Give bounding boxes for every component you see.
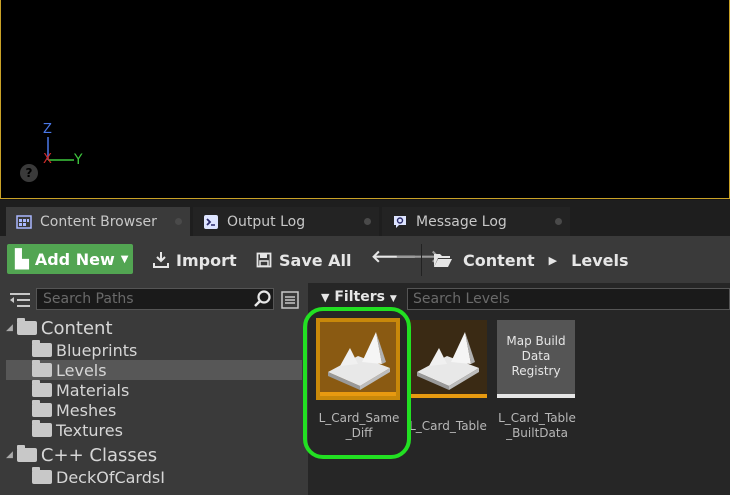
expanded-arrow-icon[interactable]: ◢ [6, 450, 13, 460]
close-icon[interactable] [364, 218, 371, 225]
asset-name: L_Card_Table _BuiltData [493, 411, 581, 441]
asset-name-line2: _BuiltData [506, 426, 568, 440]
message-log-icon [394, 215, 406, 228]
folder-icon [32, 360, 52, 377]
tree-item-deckofcards[interactable]: DeckOfCardsI [0, 467, 302, 487]
chevron-down-icon: ▼ [120, 253, 129, 265]
folder-icon [32, 400, 52, 417]
asset-name: L_Card_Table [409, 419, 487, 433]
tab-message-log[interactable]: Message Log [382, 207, 570, 236]
filters-button[interactable]: ▼ Filters ▼ [321, 289, 397, 305]
level-viewport[interactable]: Z X Y ? [0, 0, 730, 199]
close-icon[interactable] [555, 218, 562, 225]
filter-icon: ▼ [321, 291, 330, 304]
cpp-folder-icon [16, 445, 37, 462]
folder-open-icon [434, 254, 452, 267]
search-icon[interactable] [254, 290, 272, 308]
tree-item-content[interactable]: ◢ Content [0, 317, 302, 339]
asset-name-line1: L_Card_Table [498, 411, 576, 425]
tree-item-textures[interactable]: Textures [0, 420, 302, 440]
save-all-button[interactable]: Save All [256, 246, 352, 274]
tree-item-blueprints[interactable]: Blueprints [0, 340, 302, 360]
breadcrumb-content[interactable]: Content [463, 251, 535, 270]
import-label: Import [176, 250, 237, 270]
axis-y-label: Y [74, 152, 83, 168]
tab-output-log[interactable]: Output Log [193, 207, 379, 236]
asset-tile-l-card-table-builtdata[interactable]: Map Build Data Registry [497, 320, 575, 398]
breadcrumb-levels[interactable]: Levels [571, 251, 628, 270]
selection-highlight [303, 307, 411, 459]
tree-item-meshes[interactable]: Meshes [0, 400, 302, 420]
view-options-icon[interactable] [281, 291, 299, 309]
thumbnail-text: Map Build Data Registry [506, 334, 566, 378]
folder-icon [32, 340, 52, 357]
tab-label: Content Browser [40, 213, 157, 230]
search-levels-input[interactable]: Search Levels [407, 288, 730, 310]
help-icon[interactable]: ? [20, 164, 38, 182]
axis-z-label: Z [43, 122, 52, 137]
tree-item-label: C++ Classes [40, 444, 158, 466]
output-log-icon [204, 214, 218, 229]
chevron-right-icon[interactable]: ▶ [549, 254, 557, 267]
tree-item-label: DeckOfCardsI [56, 467, 165, 487]
tab-bar: Content Browser Output Log Message Log [0, 200, 730, 236]
add-new-button[interactable]: ▙ Add New ▼ [7, 244, 133, 274]
asset-tile-l-card-table[interactable] [409, 320, 487, 398]
tree-item-label: Blueprints [56, 340, 138, 360]
search-paths-input[interactable]: Search Paths [36, 288, 274, 310]
import-button[interactable]: Import [152, 246, 237, 274]
tree-item-cpp-classes[interactable]: ◢ C++ Classes [0, 444, 302, 466]
save-icon [256, 252, 272, 268]
content-browser-icon [16, 214, 32, 229]
tree-item-label: Materials [56, 380, 130, 400]
tree-item-levels[interactable]: Levels [6, 360, 302, 380]
plus-icon: ▙ [15, 248, 29, 270]
tab-content-browser[interactable]: Content Browser [6, 207, 190, 236]
tree-item-label: Meshes [56, 400, 117, 420]
chevron-down-icon: ▼ [389, 294, 397, 304]
folder-icon [32, 380, 52, 397]
sources-panel: Search Paths ◢ Content Blueprints Levels… [0, 283, 308, 495]
folder-icon [32, 420, 52, 437]
breadcrumb: Content ▶ Levels [433, 246, 628, 274]
tree-item-materials[interactable]: Materials [0, 380, 302, 400]
sources-toggle-icon[interactable] [9, 291, 31, 309]
content-browser-toolbar: ▙ Add New ▼ Import Save All 🡐 🡒 Content … [0, 236, 730, 283]
level-thumbnail-icon [409, 320, 487, 398]
import-icon [153, 252, 169, 268]
filters-label: Filters [334, 289, 385, 305]
cpp-folder-icon [32, 467, 52, 484]
tree-item-label: Levels [56, 360, 107, 380]
asset-type-strip [497, 394, 575, 398]
save-all-label: Save All [279, 250, 352, 270]
tab-label: Output Log [227, 213, 306, 230]
close-icon[interactable] [175, 218, 182, 225]
add-new-label: Add New [34, 249, 115, 269]
tree-item-label: Content [40, 317, 113, 339]
expanded-arrow-icon[interactable]: ◢ [6, 323, 13, 333]
tab-label: Message Log [416, 213, 507, 230]
tree-item-label: Textures [56, 420, 123, 440]
toolbar-divider [421, 244, 422, 276]
folder-icon [16, 318, 37, 335]
axis-x-label: X [43, 152, 52, 167]
